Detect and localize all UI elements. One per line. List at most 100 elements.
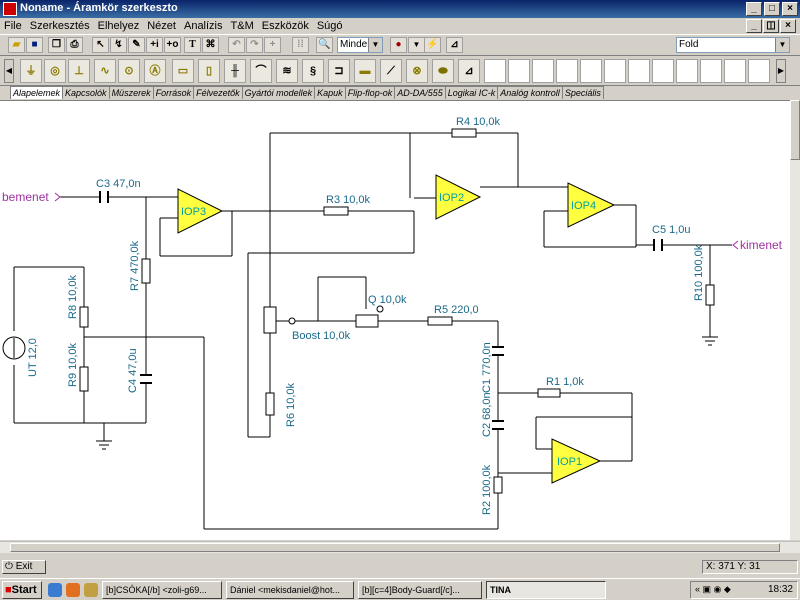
- r9-label: R9 10,0k: [67, 342, 79, 387]
- menu-edit[interactable]: Szerkesztés: [26, 20, 94, 32]
- current-source-icon[interactable]: ⊙: [118, 59, 140, 83]
- resistor-icon[interactable]: ▭: [172, 59, 194, 83]
- schematic-canvas[interactable]: IOP3 IOP2 IOP4 IOP1 C3 47,0n R3 10,0k R4…: [0, 100, 790, 540]
- probe-icon[interactable]: ⚡: [424, 37, 441, 53]
- output-terminal-label: kimenet: [740, 238, 783, 252]
- tab-basic[interactable]: Alapelemek: [10, 86, 64, 99]
- horizontal-scrollbar[interactable]: [0, 541, 800, 553]
- tab-switches[interactable]: Kapcsolók: [62, 86, 110, 99]
- copy-icon[interactable]: ❐: [48, 37, 65, 53]
- palette-scroll-left-icon[interactable]: ◀: [4, 59, 14, 83]
- menu-analysis[interactable]: Analízis: [180, 20, 227, 32]
- battery-icon[interactable]: ⊥: [68, 59, 90, 83]
- mdi-close-button[interactable]: ×: [780, 19, 796, 33]
- main-toolbar: ▰ ■ ❐ ⎙ ↖ ↯ ✎ +i +o T ⌘ ↶ ↷ + ⁞⁞ 🔍 Minde…: [0, 34, 800, 56]
- title-bar: Noname - Áramkör szerkeszto _ □ ×: [0, 0, 800, 18]
- menu-tm[interactable]: T&M: [227, 20, 258, 32]
- save-icon[interactable]: ■: [26, 37, 43, 53]
- taskbar-item-chat-1[interactable]: [b]CSÓKA[/b] <zoli-g69...: [102, 581, 222, 599]
- empty-slot: [532, 59, 554, 83]
- taskbar-item-chat-2[interactable]: Dániel <mekisdaniel@hot...: [226, 581, 354, 599]
- coupled-inductor-icon[interactable]: §: [302, 59, 324, 83]
- menu-tools[interactable]: Eszközök: [258, 20, 313, 32]
- scroll-thumb[interactable]: [10, 543, 780, 552]
- empty-slot: [748, 59, 770, 83]
- exit-button[interactable]: ⏻ Exit: [2, 560, 46, 574]
- cross-icon[interactable]: +: [264, 37, 281, 53]
- tab-ad-da[interactable]: AD-DA/555: [394, 86, 446, 99]
- grid-icon[interactable]: ⁞⁞: [292, 37, 309, 53]
- menu-file[interactable]: File: [0, 20, 26, 32]
- maximize-button[interactable]: □: [764, 2, 780, 16]
- resistor-vertical-icon[interactable]: ▯: [198, 59, 220, 83]
- q-label: Q 10,0k: [368, 294, 407, 306]
- lamp-icon[interactable]: ⊗: [406, 59, 428, 83]
- undo-icon[interactable]: ↶: [228, 37, 245, 53]
- tab-manufacturer-models[interactable]: Gyártói modellek: [241, 86, 316, 99]
- zoom-icon[interactable]: 🔍: [316, 37, 333, 53]
- chevron-down-icon: ▼: [775, 38, 789, 52]
- scope-combo[interactable]: Minden ▼: [337, 37, 383, 53]
- ammeter-icon[interactable]: Ⓐ: [144, 59, 166, 83]
- ac-source-icon[interactable]: ∿: [94, 59, 116, 83]
- quicklaunch-icon[interactable]: [84, 583, 98, 597]
- browser-icon[interactable]: [48, 583, 62, 597]
- r5-label: R5 220,0: [434, 304, 479, 316]
- text-tool-icon[interactable]: T: [184, 37, 201, 53]
- tab-analog-control[interactable]: Analóg kontroll: [497, 86, 563, 99]
- firefox-icon[interactable]: [66, 583, 80, 597]
- mdi-minimize-button[interactable]: _: [746, 19, 762, 33]
- wire-pointer-icon[interactable]: ↯: [110, 37, 127, 53]
- inductor-icon[interactable]: ⌒: [250, 59, 272, 83]
- pen-icon[interactable]: ✎: [128, 37, 145, 53]
- oscilloscope-icon[interactable]: ⊿: [446, 37, 463, 53]
- mdi-restore-button[interactable]: ◫: [763, 19, 779, 33]
- menu-view[interactable]: Nézet: [143, 20, 180, 32]
- dc-dropdown-icon[interactable]: ▼: [408, 37, 425, 53]
- print-icon[interactable]: ⎙: [66, 37, 83, 53]
- taskbar-item-chat-3[interactable]: [b][c=4]Body-Guard[/c]...: [358, 581, 482, 599]
- output-marker-icon[interactable]: +o: [164, 37, 181, 53]
- relay-icon[interactable]: ⊐: [328, 59, 350, 83]
- empty-slot: [724, 59, 746, 83]
- script-icon[interactable]: ⌘: [202, 37, 219, 53]
- capacitor-icon[interactable]: ╫: [224, 59, 246, 83]
- tab-special[interactable]: Speciális: [561, 86, 604, 99]
- transformer-icon[interactable]: ≋: [276, 59, 298, 83]
- tab-gates[interactable]: Kapuk: [314, 86, 346, 99]
- voltage-source-icon[interactable]: ◎: [44, 59, 66, 83]
- tab-logic-ics[interactable]: Logikai IC-k: [444, 86, 499, 99]
- tab-meters[interactable]: Müszerek: [108, 86, 154, 99]
- potentiometer-icon[interactable]: ⊿: [458, 59, 480, 83]
- tab-flip-flops[interactable]: Flip-flop-ok: [344, 86, 396, 99]
- taskbar-item-tina[interactable]: TINA: [486, 581, 606, 599]
- r10-label: R10 100,0k: [693, 244, 705, 301]
- ground-icon[interactable]: ⏚: [20, 59, 42, 83]
- close-button[interactable]: ×: [782, 2, 798, 16]
- menu-insert[interactable]: Elhelyez: [94, 20, 144, 32]
- empty-slot: [652, 59, 674, 83]
- taskbar: ■Start [b]CSÓKA[/b] <zoli-g69... Dániel …: [0, 578, 800, 600]
- dc-analysis-icon[interactable]: ●: [390, 37, 407, 53]
- r2-label: R2 100,0k: [481, 464, 493, 515]
- redo-icon[interactable]: ↷: [246, 37, 263, 53]
- fuse-icon[interactable]: ▬: [354, 59, 376, 83]
- motor-icon[interactable]: ⬬: [432, 59, 454, 83]
- clock: 18:32: [767, 584, 793, 595]
- tray-icons[interactable]: « ▣ ◉ ◆: [695, 584, 731, 595]
- palette-scroll-right-icon[interactable]: ▶: [776, 59, 786, 83]
- input-marker-icon[interactable]: +i: [146, 37, 163, 53]
- tab-sources[interactable]: Források: [152, 86, 195, 99]
- menu-help[interactable]: Súgó: [313, 20, 347, 32]
- empty-slot: [556, 59, 578, 83]
- tab-semiconductors[interactable]: Félvezetők: [193, 86, 243, 99]
- font-combo[interactable]: Fold ▼: [676, 37, 790, 53]
- minimize-button[interactable]: _: [746, 2, 762, 16]
- switch-icon[interactable]: ⟋: [380, 59, 402, 83]
- select-pointer-icon[interactable]: ↖: [92, 37, 109, 53]
- vertical-scrollbar[interactable]: [790, 100, 800, 540]
- chevron-down-icon: ▼: [368, 38, 382, 52]
- scroll-thumb[interactable]: [790, 100, 800, 160]
- start-button[interactable]: ■Start: [2, 581, 42, 599]
- open-icon[interactable]: ▰: [8, 37, 25, 53]
